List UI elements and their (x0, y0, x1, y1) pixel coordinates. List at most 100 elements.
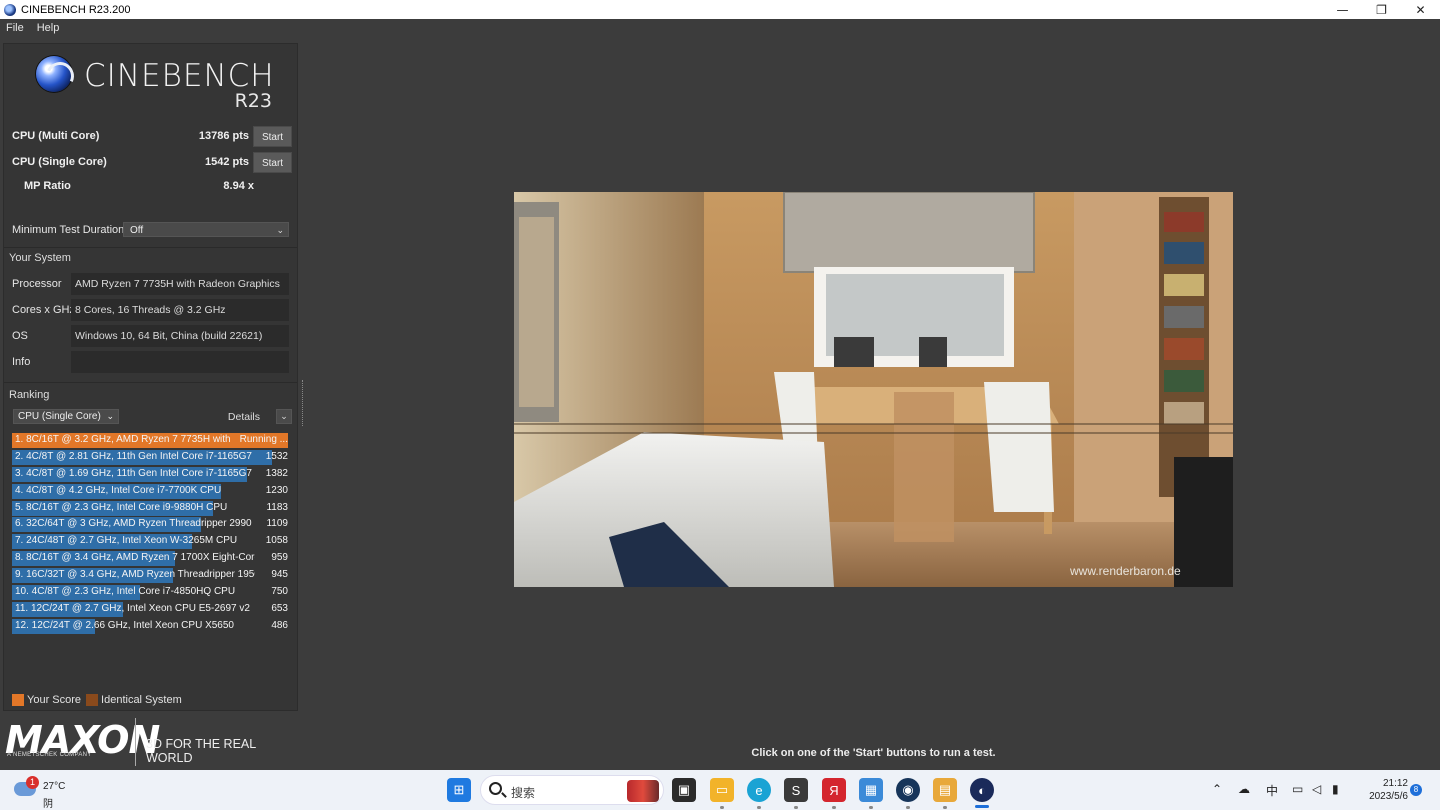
chevron-down-icon: ⌄ (280, 411, 288, 421)
mp-ratio-label: MP Ratio (24, 180, 71, 192)
running-indicator (720, 806, 724, 809)
mp-ratio-value: 8.94 x (223, 180, 254, 192)
ranking-item-score: 1230 (265, 484, 288, 496)
ranking-item-label: 1. 8C/16T @ 3.2 GHz, AMD Ryzen 7 7735H w… (15, 434, 231, 445)
logo-version: R23 (234, 90, 272, 112)
ranking-list: 1. 8C/16T @ 3.2 GHz, AMD Ryzen 7 7735H w… (12, 433, 290, 636)
ranking-item[interactable]: 10. 4C/8T @ 2.3 GHz, Intel Core i7-4850H… (12, 585, 290, 601)
single-core-label: CPU (Single Core) (12, 156, 107, 168)
ranking-item-label: 8. 8C/16T @ 3.4 GHz, AMD Ryzen 7 1700X E… (15, 552, 255, 564)
ranking-title: Ranking (9, 389, 50, 401)
cinebench-logo: CINEBENCH R23 (34, 54, 274, 114)
clock[interactable]: 21:12 2023/5/6 (1369, 777, 1408, 803)
clock-time: 21:12 (1382, 778, 1408, 789)
remote-desktop-icon[interactable]: ▦ (859, 778, 883, 802)
status-message: Click on one of the 'Start' buttons to r… (751, 747, 996, 759)
weather-temp: 27°C (43, 781, 66, 792)
ranking-legend: Your Score Identical System (12, 694, 182, 706)
multi-core-label: CPU (Multi Core) (12, 130, 100, 142)
your-system-title: Your System (9, 252, 71, 264)
cores-value: 8 Cores, 16 Threads @ 3.2 GHz (71, 299, 289, 321)
your-score-swatch (12, 694, 24, 706)
search-icon (489, 782, 502, 795)
battery-icon[interactable]: ▮ (1332, 782, 1339, 796)
system-tray: ⌃ ☁ 中 ▭ ◁ ▮ 21:12 2023/5/6 8 (1200, 770, 1440, 810)
volume-icon[interactable]: ◁ (1312, 782, 1321, 796)
weather-condition: 阴 (43, 799, 53, 810)
min-test-select[interactable]: Off ⌄ (123, 222, 289, 237)
running-indicator (906, 806, 910, 809)
ranking-item-label: 5. 8C/16T @ 2.3 GHz, Intel Core i9-9880H… (15, 501, 228, 513)
search-placeholder: 搜索 (511, 786, 536, 800)
ranking-item-score: 486 (271, 619, 288, 631)
windows-start-icon[interactable]: ⊞ (447, 778, 471, 802)
steam-icon[interactable]: ◉ (896, 778, 920, 802)
menu-bar: File Help (0, 19, 1440, 37)
ranking-item-label: 7. 24C/48T @ 2.7 GHz, Intel Xeon W-3265M… (15, 535, 238, 547)
ranking-item[interactable]: 8. 8C/16T @ 3.4 GHz, AMD Ryzen 7 1700X E… (12, 551, 290, 567)
cinebench-icon[interactable]: ◐ (970, 778, 994, 802)
network-icon[interactable]: ▭ (1292, 782, 1303, 796)
notification-badge[interactable]: 8 (1410, 784, 1422, 796)
menu-help[interactable]: Help (37, 22, 60, 34)
weather-widget[interactable]: 1 27°C 阴 (14, 776, 84, 810)
close-button[interactable]: ✕ (1401, 0, 1440, 19)
ranking-item[interactable]: 11. 12C/24T @ 2.7 GHz, Intel Xeon CPU E5… (12, 601, 290, 617)
ranking-item-score: 653 (271, 602, 288, 614)
sys-row-info: Info (12, 351, 292, 373)
maxon-separator (135, 718, 136, 766)
minimize-button[interactable]: — (1323, 0, 1362, 19)
ime-indicator[interactable]: 中 (1266, 782, 1278, 799)
restore-button[interactable]: ❐ (1362, 0, 1401, 19)
ranking-item[interactable]: 7. 24C/48T @ 2.7 GHz, Intel Xeon W-3265M… (12, 534, 290, 550)
active-app-indicator (975, 805, 989, 808)
os-label: OS (12, 330, 28, 342)
sys-row-processor: Processor AMD Ryzen 7 7735H with Radeon … (12, 273, 292, 295)
multi-core-score: 13786 pts (198, 130, 249, 142)
running-indicator (869, 806, 873, 809)
maxon-subtitle: A NEMETSCHEK COMPANY (7, 752, 92, 758)
multi-core-start-button[interactable]: Start (253, 126, 292, 147)
ranking-item-label: 9. 16C/32T @ 3.4 GHz, AMD Ryzen Threadri… (15, 569, 255, 581)
title-bar: CINEBENCH R23.200 — ❐ ✕ (0, 0, 1440, 19)
running-indicator (757, 806, 761, 809)
ranking-item[interactable]: 9. 16C/32T @ 3.4 GHz, AMD Ryzen Threadri… (12, 568, 290, 584)
ranking-item[interactable]: 2. 4C/8T @ 2.81 GHz, 11th Gen Intel Core… (12, 449, 290, 465)
panel-splitter[interactable] (302, 380, 306, 426)
ranking-item[interactable]: 5. 8C/16T @ 2.3 GHz, Intel Core i9-9880H… (12, 500, 290, 516)
details-dropdown[interactable]: ⌄ (276, 409, 292, 424)
taskbar: 1 27°C 阴 ⊞ 搜索 ▣ ▭ e S Я ▦ ◉ ▤ ◐ ⌃ ☁ 中 ▭ … (0, 770, 1440, 810)
chevron-up-icon[interactable]: ⌃ (1212, 782, 1222, 796)
min-test-duration: Minimum Test Duration Off ⌄ (12, 222, 292, 238)
ranking-item-score: 1382 (265, 467, 288, 479)
control-panel: CINEBENCH R23 CPU (Multi Core) 13786 pts… (3, 43, 298, 711)
edge-icon[interactable]: e (747, 778, 771, 802)
info-field[interactable] (71, 351, 289, 373)
file-explorer-icon[interactable]: ▭ (710, 778, 734, 802)
ranking-item-score: Running ... (239, 434, 288, 445)
divider (4, 247, 297, 248)
adobe-icon[interactable]: Я (822, 778, 846, 802)
ranking-item[interactable]: 6. 32C/64T @ 3 GHz, AMD Ryzen Threadripp… (12, 517, 290, 533)
single-core-start-button[interactable]: Start (253, 152, 292, 173)
ranking-item-score: 750 (271, 586, 288, 598)
menu-file[interactable]: File (6, 22, 24, 34)
ranking-item-label: 6. 32C/64T @ 3 GHz, AMD Ryzen Threadripp… (15, 518, 252, 530)
task-view-icon[interactable]: ▣ (672, 778, 696, 802)
onedrive-icon[interactable]: ☁ (1238, 782, 1250, 796)
ranking-item[interactable]: 12. 12C/24T @ 2.66 GHz, Intel Xeon CPU X… (12, 618, 290, 634)
files-icon[interactable]: ▤ (933, 778, 957, 802)
ranking-item[interactable]: 1. 8C/16T @ 3.2 GHz, AMD Ryzen 7 7735H w… (12, 433, 290, 448)
maxon-tagline: 3D FOR THE REAL WORLD (146, 737, 256, 765)
ranking-item-label: 3. 4C/8T @ 1.69 GHz, 11th Gen Intel Core… (15, 467, 252, 479)
ranking-item-score: 945 (271, 569, 288, 581)
ranking-item-score: 1109 (266, 518, 288, 530)
sublime-icon[interactable]: S (784, 778, 808, 802)
details-label[interactable]: Details (228, 411, 260, 423)
ranking-item[interactable]: 4. 4C/8T @ 4.2 GHz, Intel Core i7-7700K … (12, 483, 290, 499)
render-watermark: www.renderbaron.de (1069, 564, 1181, 578)
multi-core-row: CPU (Multi Core) 13786 pts Start (12, 126, 292, 147)
ranking-filter-select[interactable]: CPU (Single Core) ⌄ (13, 409, 119, 424)
search-box[interactable]: 搜索 (480, 775, 664, 805)
ranking-item[interactable]: 3. 4C/8T @ 1.69 GHz, 11th Gen Intel Core… (12, 466, 290, 482)
